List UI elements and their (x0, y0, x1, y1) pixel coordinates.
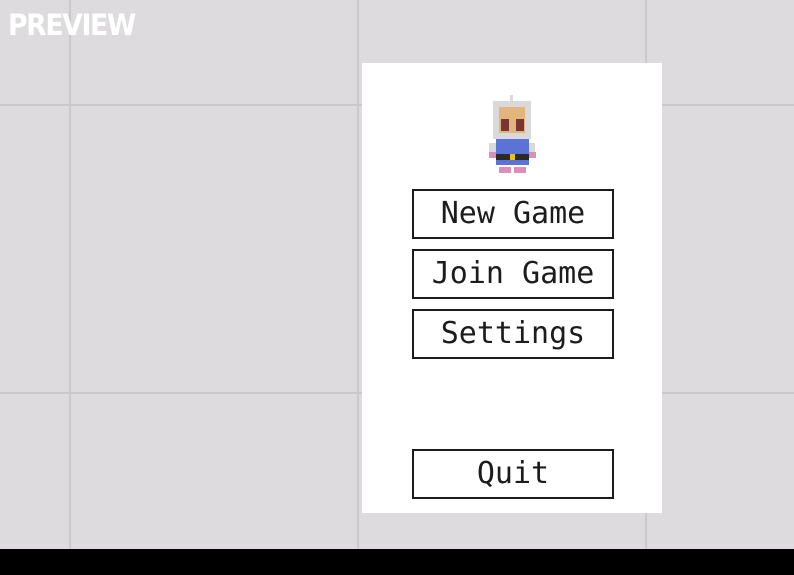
knight-character-icon (489, 95, 536, 173)
new-game-button[interactable]: New Game (412, 189, 614, 239)
bottom-bar (0, 549, 794, 575)
grid-line (357, 0, 359, 549)
game-viewport: PREVIEW New Game Join Game Settings Quit (0, 0, 794, 575)
main-menu-panel: New Game Join Game Settings Quit (362, 63, 662, 513)
join-game-button[interactable]: Join Game (412, 249, 614, 299)
preview-label: PREVIEW (8, 8, 136, 42)
grid-line (69, 0, 71, 549)
settings-button[interactable]: Settings (412, 309, 614, 359)
quit-button[interactable]: Quit (412, 449, 614, 499)
